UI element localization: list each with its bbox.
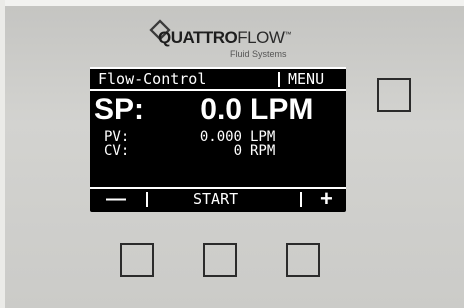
- lcd-display: Flow-Control MENU SP: 0.0 LPM PV: 0.000 …: [90, 67, 346, 212]
- menu-button[interactable]: [377, 78, 411, 112]
- setpoint-label: SP:: [94, 93, 145, 126]
- control-panel: QUATTROFLOW™ Fluid Systems Flow-Control …: [0, 0, 464, 308]
- panel-left-edge: [0, 0, 5, 308]
- logo-brand-bold: QUATTRO: [158, 28, 238, 47]
- panel-top-edge: [0, 0, 464, 6]
- plus-softkey-label: +: [320, 186, 333, 211]
- start-softkey-label: START: [193, 190, 239, 208]
- control-value: 0: [233, 143, 242, 159]
- brand-logo: QUATTROFLOW™ Fluid Systems: [149, 16, 300, 62]
- plus-button[interactable]: [286, 243, 320, 277]
- control-value-label: CV:: [104, 143, 130, 159]
- header-divider: [278, 72, 280, 87]
- setpoint-unit: LPM: [250, 93, 314, 126]
- display-header: Flow-Control MENU: [90, 69, 346, 89]
- screen-title: Flow-Control: [98, 70, 207, 88]
- logo-trademark: ™: [284, 31, 291, 39]
- menu-softkey-label: MENU: [288, 70, 325, 88]
- process-value-label: PV:: [104, 129, 130, 145]
- logo-brand-thin: FLOW: [237, 28, 285, 47]
- minus-button[interactable]: [120, 243, 154, 277]
- softkey-divider-left: [146, 192, 148, 207]
- softkey-divider-right: [300, 192, 302, 207]
- header-underline: [90, 89, 346, 91]
- minus-softkey-label: —: [106, 188, 126, 210]
- process-value: 0.000: [199, 129, 242, 145]
- logo-brand-text: QUATTROFLOW™: [158, 28, 291, 48]
- softkey-bar: — START +: [90, 186, 346, 211]
- setpoint-value: 0.0: [200, 93, 242, 126]
- start-button[interactable]: [203, 243, 237, 277]
- process-value-unit: LPM: [250, 129, 276, 145]
- logo-subtitle: Fluid Systems: [230, 49, 287, 59]
- control-value-unit: RPM: [250, 143, 276, 159]
